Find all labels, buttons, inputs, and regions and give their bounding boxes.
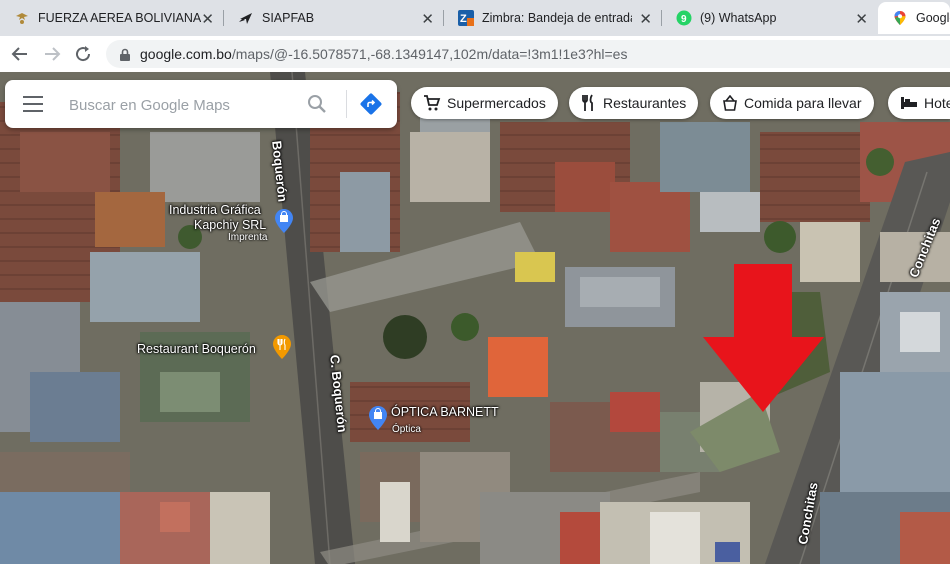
tab-zimbra[interactable]: Z Zimbra: Bandeja de entrada ( ✕ — [444, 2, 662, 34]
takeout-icon — [723, 95, 737, 111]
chip-label: Restaurantes — [603, 95, 687, 111]
chip-label: Comida para llevar — [744, 95, 862, 111]
browser-tab-bar: FUERZA AEREA BOLIVIANA ✕ SIAPFAB ✕ Z Zim… — [0, 0, 950, 36]
close-tab-icon[interactable]: ✕ — [855, 10, 868, 28]
tab-siapfab[interactable]: SIAPFAB ✕ — [224, 2, 444, 34]
tab-whatsapp[interactable]: 9 (9) WhatsApp ✕ — [662, 2, 878, 34]
chip-comida-para-llevar[interactable]: Comida para llevar — [710, 87, 874, 119]
directions-icon[interactable] — [359, 92, 383, 116]
zimbra-favicon-icon: Z — [458, 10, 474, 26]
place-category: Imprenta — [228, 232, 268, 243]
url-field[interactable]: google.com.bo/maps/@-16.5078571,-68.1349… — [106, 40, 950, 68]
eagle-favicon-icon — [14, 10, 30, 26]
place-name[interactable]: ÓPTICA BARNETT — [391, 405, 499, 419]
hamburger-menu-icon[interactable] — [23, 96, 43, 112]
url-path: /maps/@-16.5078571,-68.1349147,102m/data… — [231, 46, 628, 62]
place-name[interactable]: Industria Gráfica — [169, 203, 261, 217]
place-name[interactable]: Restaurant Boquerón — [137, 342, 256, 356]
tab-fuerza-aerea[interactable]: FUERZA AEREA BOLIVIANA ✕ — [0, 2, 224, 34]
google-maps-favicon-icon — [892, 10, 908, 26]
chip-supermercados[interactable]: Supermercados — [411, 87, 558, 119]
bed-icon — [901, 97, 917, 109]
close-tab-icon[interactable]: ✕ — [201, 10, 214, 28]
satellite-map[interactable]: Industria Gráfica Kapchiy SRL Imprenta R… — [0, 72, 950, 564]
tab-title: (9) WhatsApp — [700, 11, 777, 25]
airplane-favicon-icon — [238, 10, 254, 26]
back-arrow-icon[interactable] — [8, 42, 32, 66]
close-tab-icon[interactable]: ✕ — [639, 10, 652, 28]
maps-search-box — [5, 80, 397, 128]
forward-arrow-icon[interactable] — [40, 42, 64, 66]
search-input[interactable] — [67, 92, 301, 118]
shopping-bag-pin-icon[interactable] — [275, 209, 293, 233]
cart-icon — [424, 95, 441, 111]
tab-title: SIAPFAB — [262, 11, 315, 25]
fork-knife-icon — [582, 94, 593, 111]
svg-text:9: 9 — [681, 14, 687, 25]
chip-restaurantes[interactable]: Restaurantes — [569, 87, 699, 119]
shopping-bag-pin-icon[interactable] — [369, 406, 387, 430]
url-text: google.com.bo/maps/@-16.5078571,-68.1349… — [140, 46, 627, 62]
reload-icon[interactable] — [71, 42, 95, 66]
tab-title: Google — [916, 11, 950, 25]
tab-title: Zimbra: Bandeja de entrada ( — [482, 11, 632, 25]
svg-text:Z: Z — [460, 13, 467, 25]
chip-label: Supermercados — [447, 95, 546, 111]
chip-hoteles[interactable]: Hoteles — [888, 87, 950, 119]
tab-google-maps[interactable]: Google — [878, 2, 950, 34]
search-icon[interactable] — [305, 92, 329, 116]
address-bar: google.com.bo/maps/@-16.5078571,-68.1349… — [0, 36, 950, 73]
tab-title: FUERZA AEREA BOLIVIANA — [38, 11, 202, 25]
restaurant-pin-icon[interactable] — [273, 335, 291, 359]
chip-label: Hoteles — [924, 95, 950, 111]
whatsapp-favicon-icon: 9 — [676, 10, 692, 26]
url-host: google.com.bo — [140, 46, 232, 62]
close-tab-icon[interactable]: ✕ — [421, 10, 434, 28]
lock-icon — [119, 48, 131, 66]
divider — [346, 90, 347, 118]
place-name[interactable]: Kapchiy SRL — [194, 218, 266, 232]
place-category: Óptica — [392, 424, 421, 435]
